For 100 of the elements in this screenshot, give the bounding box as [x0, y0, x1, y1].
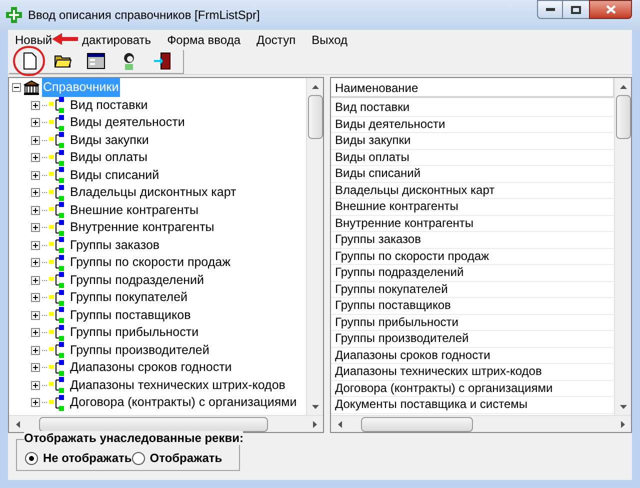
list-cell[interactable]: Виды деятельности: [331, 116, 614, 133]
expand-icon[interactable]: [31, 188, 40, 198]
tree-item[interactable]: Владельцы дисконтных карт: [70, 183, 236, 202]
radio-option[interactable]: Отображать: [132, 451, 222, 465]
list-cell[interactable]: Внутренние контрагенты: [331, 216, 614, 232]
list-cell[interactable]: Группы поставщиков: [331, 298, 614, 314]
expand-icon[interactable]: [31, 136, 40, 145]
maximize-icon: [571, 6, 581, 14]
scroll-thumb[interactable]: [308, 95, 322, 139]
tree-item[interactable]: Группы подразделений: [70, 270, 204, 290]
exit-door-icon: [153, 52, 171, 70]
list-cell[interactable]: Диапазоны технических штрих-кодов: [331, 364, 614, 380]
window-title: Ввод описания справочников [FrmListSpr]: [28, 7, 261, 24]
list-cell[interactable]: Группы прибыльности: [331, 314, 614, 331]
tree-item[interactable]: Группы по скорости продаж: [70, 253, 230, 272]
toolbar-button[interactable]: [151, 50, 173, 72]
expand-icon[interactable]: [31, 276, 40, 285]
scroll-up-icon[interactable]: [620, 84, 626, 88]
tree-item[interactable]: Договора (контракты) с организациями: [70, 393, 297, 412]
close-button[interactable]: [589, 0, 632, 19]
scroll-up-icon[interactable]: [312, 84, 318, 88]
list-cell[interactable]: Вид поставки: [331, 100, 614, 116]
radio-option[interactable]: Не отображать: [25, 451, 132, 465]
tree-item[interactable]: Виды списаний: [70, 166, 160, 185]
tree-item[interactable]: Вид поставки: [70, 96, 148, 115]
list-cell[interactable]: Документы поставщика и системы: [331, 397, 614, 414]
expand-icon[interactable]: [31, 223, 40, 232]
tree-node-icon: [49, 184, 65, 201]
expand-icon[interactable]: [31, 293, 40, 302]
tree-item[interactable]: Группы покупателей: [70, 288, 188, 308]
expand-icon[interactable]: [31, 380, 40, 390]
expand-icon[interactable]: [31, 310, 40, 320]
list-cell[interactable]: Виды закупки: [331, 133, 614, 150]
horizontal-scrollbar[interactable]: [9, 415, 323, 432]
list-cell[interactable]: Внешние контрагенты: [331, 199, 614, 216]
scroll-thumb[interactable]: [361, 417, 473, 432]
expand-icon[interactable]: [31, 328, 40, 338]
form-window-icon: [87, 53, 105, 69]
list-cell[interactable]: Группы производителей: [331, 331, 614, 348]
folder-icon: [54, 54, 72, 68]
scroll-right-icon[interactable]: [620, 420, 624, 428]
tree-node-icon: [49, 307, 65, 324]
tree-item[interactable]: Группы прибыльности: [70, 323, 199, 342]
expand-icon[interactable]: [31, 363, 40, 372]
menu-item[interactable]: дактировать: [82, 30, 152, 48]
tree-item[interactable]: Внутренние контрагенты: [70, 218, 214, 238]
menu-item[interactable]: Доступ: [256, 30, 296, 48]
list-cell[interactable]: Виды оплаты: [331, 150, 614, 166]
scroll-left-icon[interactable]: [16, 420, 20, 428]
expand-icon[interactable]: [31, 258, 40, 268]
tree-node-icon: [49, 377, 65, 394]
list-cell[interactable]: Договора (контракты) с организациями: [331, 380, 614, 397]
bank-building-icon: [23, 80, 40, 96]
tree-item[interactable]: Группы заказов: [70, 236, 160, 255]
scroll-left-icon[interactable]: [338, 420, 342, 428]
collapse-icon[interactable]: [12, 83, 21, 92]
tree-item[interactable]: Группы производителей: [70, 340, 210, 360]
scroll-down-icon[interactable]: [620, 404, 626, 408]
scroll-thumb[interactable]: [39, 417, 268, 432]
list-cell[interactable]: Группы по скорости продаж: [331, 248, 614, 265]
expand-icon[interactable]: [31, 170, 40, 180]
tree-node-icon: [49, 237, 65, 254]
minimize-button[interactable]: [537, 0, 563, 19]
expand-icon[interactable]: [31, 100, 40, 110]
toolbar-button[interactable]: [85, 50, 107, 72]
list-cell[interactable]: Диапазоны сроков годности: [331, 348, 614, 364]
tree-item[interactable]: Внешние контрагенты: [70, 200, 198, 220]
list-cell[interactable]: Группы заказов: [331, 232, 614, 248]
menu-item[interactable]: Выход: [312, 30, 348, 48]
tree-item[interactable]: Виды деятельности: [70, 113, 185, 132]
maximize-button[interactable]: [563, 0, 589, 19]
annotation-arrow: [52, 32, 78, 46]
expand-icon[interactable]: [31, 118, 40, 128]
expand-icon[interactable]: [31, 240, 40, 250]
minimize-icon: [546, 8, 554, 11]
vertical-scrollbar[interactable]: [614, 78, 631, 415]
list-cell[interactable]: Владельцы дисконтных карт: [331, 182, 614, 199]
menu-item[interactable]: Новый: [15, 30, 52, 48]
expand-icon[interactable]: [31, 206, 40, 215]
menu-item[interactable]: Форма ввода: [167, 30, 240, 48]
radio-button[interactable]: [132, 452, 145, 464]
column-header[interactable]: Наименование: [331, 78, 614, 97]
expand-icon[interactable]: [31, 398, 40, 408]
list-cell[interactable]: Группы подразделений: [331, 265, 614, 282]
scroll-thumb[interactable]: [616, 95, 630, 139]
tree-item[interactable]: Диапазоны технических штрих-кодов: [70, 376, 286, 395]
tree-node-icon: [49, 342, 65, 358]
radio-button[interactable]: [25, 452, 38, 464]
tree-item[interactable]: Диапазоны сроков годности: [70, 358, 232, 378]
horizontal-scrollbar[interactable]: [331, 415, 631, 432]
expand-icon[interactable]: [31, 346, 40, 355]
vertical-scrollbar[interactable]: [306, 78, 323, 415]
tree-item[interactable]: Виды оплаты: [70, 148, 148, 168]
tree-item[interactable]: Группы поставщиков: [70, 306, 191, 325]
tree-item[interactable]: Виды закупки: [70, 130, 149, 150]
scroll-right-icon[interactable]: [312, 420, 316, 428]
scroll-down-icon[interactable]: [312, 404, 318, 408]
list-cell[interactable]: Виды списаний: [331, 166, 614, 182]
list-cell[interactable]: Группы покупателей: [331, 282, 614, 298]
expand-icon[interactable]: [31, 153, 40, 162]
